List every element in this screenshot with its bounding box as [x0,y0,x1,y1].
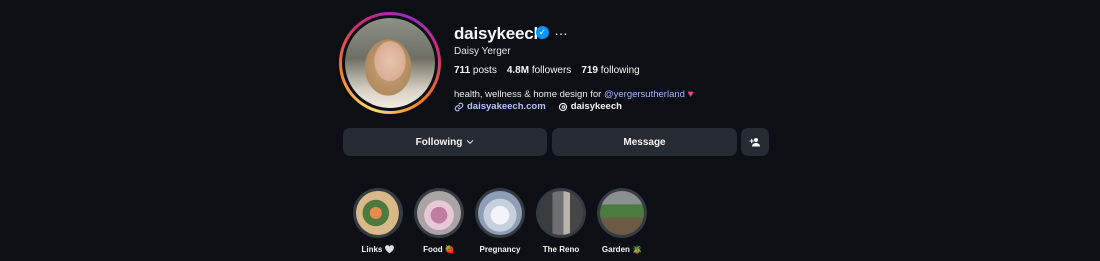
avatar-gap [342,15,438,111]
profile-full-name: Daisy Yerger [454,46,511,57]
message-button[interactable]: Message [552,128,737,156]
highlight-food[interactable]: Food 🍓 [411,188,467,254]
highlight-the-reno[interactable]: The Reno [533,188,589,254]
add-person-icon [749,138,760,147]
highlight-label: Links 🤍 [361,245,395,254]
profile-links: daisyakeech.com daisykeech [454,101,622,112]
highlight-label: The Reno [542,245,580,254]
website-link[interactable]: daisyakeech.com [454,101,546,112]
bio-mention-link[interactable]: @yergersutherland [604,89,685,100]
highlight-thumbnail [356,191,400,235]
threads-link[interactable]: daisykeech [558,101,622,112]
highlight-ring [414,188,464,238]
profile-bio: health, wellness & home design for @yerg… [454,89,694,100]
posts-count: 711 posts [454,65,497,76]
verified-badge-icon: ✓ [536,26,549,39]
more-options-icon[interactable]: … [554,22,569,38]
highlight-label: Food 🍓 [423,245,455,254]
profile-avatar[interactable] [339,12,441,114]
highlight-garden[interactable]: Garden 🪴 [594,188,650,254]
highlight-ring [353,188,403,238]
highlight-thumbnail [539,191,583,235]
following-button[interactable]: Following [343,128,547,156]
highlight-label: Pregnancy [479,245,521,254]
avatar-photo [345,18,435,108]
threads-icon [558,102,567,111]
bio-text: health, wellness & home design for [454,89,604,100]
highlight-ring [536,188,586,238]
profile-stats: 711 posts 4.8M followers 719 following [454,65,640,76]
highlight-pregnancy[interactable]: Pregnancy [472,188,528,254]
highlight-thumbnail [478,191,522,235]
link-icon [454,102,464,111]
highlight-links[interactable]: Links 🤍 [350,188,406,254]
highlight-label: Garden 🪴 [601,245,643,254]
highlight-ring [475,188,525,238]
highlight-ring [597,188,647,238]
highlight-thumbnail [600,191,644,235]
add-person-button[interactable] [741,128,769,156]
profile-username: daisykeech [454,24,544,43]
chevron-down-icon [467,140,474,145]
following-count[interactable]: 719 following [581,65,639,76]
heart-icon: ♥ [687,89,694,100]
followers-count[interactable]: 4.8M followers [507,65,571,76]
story-highlights: Links 🤍 Food 🍓 Pregnancy The Reno Garden… [0,188,1100,261]
highlight-thumbnail [417,191,461,235]
